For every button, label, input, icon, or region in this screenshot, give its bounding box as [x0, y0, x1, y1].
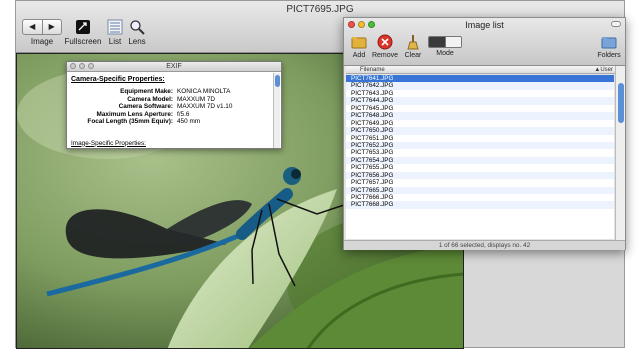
mode-control: Mode — [428, 34, 462, 57]
clear-label: Clear — [404, 52, 422, 59]
exif-value: MAXXUM 7D v1.10 — [177, 103, 233, 110]
exif-scroll-thumb[interactable] — [275, 75, 280, 87]
list-scroll-thumb[interactable] — [618, 83, 624, 123]
mode-grid-icon[interactable] — [444, 37, 461, 47]
exif-row: Camera Model: MAXXUM 7D — [71, 96, 271, 104]
toolbar-toggle-button[interactable] — [611, 21, 621, 27]
file-list-row[interactable]: PICT7652.JPG — [346, 141, 614, 150]
folder-icon — [601, 37, 617, 49]
list-label: List — [108, 37, 122, 46]
exif-key: Focal Length (35mm Equiv): — [87, 118, 173, 125]
clear-button[interactable]: Clear — [402, 34, 424, 59]
add-folder-icon — [351, 37, 367, 49]
file-list-row[interactable]: PICT7665.JPG — [346, 186, 614, 194]
file-list-row[interactable]: PICT7645.JPG — [346, 105, 614, 112]
list-icon — [107, 19, 123, 35]
list-status: 1 of 66 selected, displays no. 42 — [344, 240, 625, 250]
exif-key: Equipment Make: — [120, 88, 173, 95]
exif-row: Equipment Make: KONICA MINOLTA — [71, 88, 271, 96]
exif-value: MAXXUM 7D — [177, 95, 215, 103]
exif-content: Camera-Specific Properties: Equipment Ma… — [71, 76, 271, 147]
exif-key: Maximum Lens Aperture: — [96, 110, 173, 118]
exif-value: KONICA MINOLTA — [177, 88, 231, 95]
file-list-row[interactable]: PICT7642.JPG — [346, 82, 614, 90]
mode-label: Mode — [436, 50, 454, 57]
exif-value: f/5.6 — [177, 110, 190, 118]
exif-minimize-button[interactable] — [79, 63, 85, 69]
file-list-row[interactable]: PICT7643.JPG — [346, 90, 614, 97]
file-list-row[interactable]: PICT7666.JPG — [346, 194, 614, 201]
file-list-row[interactable]: PICT7668.JPG — [346, 201, 614, 209]
file-list-row[interactable]: PICT7653.JPG — [346, 149, 614, 156]
exif-title: EXIF — [67, 62, 281, 72]
exif-value: 450 mm — [177, 118, 201, 125]
exif-key: Camera Software: — [118, 103, 173, 110]
list-button[interactable]: List — [104, 19, 126, 46]
folders-button[interactable]: Folders — [596, 34, 622, 59]
viewer-title: PICT7695.JPG — [286, 4, 354, 15]
image-label: Image — [30, 37, 54, 46]
exif-window-controls — [70, 63, 94, 69]
file-list-row[interactable]: PICT7650.JPG — [346, 127, 614, 135]
list-scrollbar[interactable] — [615, 66, 625, 240]
file-list-row[interactable]: PICT7641.JPG — [346, 75, 614, 83]
file-list-row[interactable]: PICT7649.JPG — [346, 120, 614, 127]
folders-label: Folders — [597, 52, 621, 59]
mode-list-icon[interactable] — [429, 37, 445, 47]
exif-row: Focal Length (35mm Equiv): 450 mm — [71, 118, 271, 126]
fullscreen-icon — [75, 19, 91, 35]
broom-icon — [407, 35, 419, 50]
column-user[interactable]: ▲User — [594, 66, 613, 74]
fullscreen-label: Fullscreen — [64, 37, 102, 46]
file-list-row[interactable]: PICT7655.JPG — [346, 164, 614, 171]
image-list-title: Image list — [465, 20, 504, 30]
file-list[interactable]: PICT7641.JPG PICT7642.JPG PICT7643.JPG PICT… — [346, 75, 614, 239]
remove-button[interactable]: Remove — [370, 34, 400, 59]
exif-camera-heading: Camera-Specific Properties: — [71, 76, 165, 83]
file-list-row[interactable]: PICT7656.JPG — [346, 171, 614, 180]
lens-label: Lens — [128, 37, 146, 46]
file-list-row[interactable]: PICT7657.JPG — [346, 179, 614, 186]
magnifier-icon — [129, 19, 145, 35]
fullscreen-button[interactable]: Fullscreen — [64, 19, 102, 46]
column-user-label: User — [600, 67, 613, 73]
exif-row: Camera Software: MAXXUM 7D v1.10 — [71, 103, 271, 111]
exif-scrollbar[interactable] — [273, 73, 280, 148]
column-filename[interactable]: Filename — [360, 66, 385, 74]
lens-button[interactable]: Lens — [126, 19, 148, 46]
image-nav-control: ◀ ▶ Image — [22, 19, 62, 46]
list-column-header: Filename ▲User — [346, 66, 616, 74]
file-list-row[interactable]: PICT7644.JPG — [346, 97, 614, 105]
remove-icon — [377, 34, 393, 50]
image-list-toolbar: Image list Add Remove Clear Mode Folders — [344, 18, 625, 66]
add-label: Add — [352, 52, 366, 59]
exif-panel: EXIF Camera-Specific Properties: Equipme… — [66, 61, 282, 149]
exif-close-button[interactable] — [70, 63, 76, 69]
image-list-window: Image list Add Remove Clear Mode Folders… — [343, 17, 626, 250]
remove-label: Remove — [371, 52, 399, 59]
exif-key: Camera Model: — [127, 95, 173, 103]
file-list-row[interactable]: PICT7651.JPG — [346, 135, 614, 142]
previous-image-button[interactable]: ◀ — [23, 20, 42, 34]
exif-row: Maximum Lens Aperture: f/5.6 — [71, 111, 271, 119]
add-button[interactable]: Add — [348, 34, 370, 59]
next-image-button[interactable]: ▶ — [41, 20, 62, 34]
file-list-row[interactable]: PICT7654.JPG — [346, 156, 614, 165]
exif-image-heading: Image-Specific Properties: — [71, 139, 146, 147]
exif-zoom-button[interactable] — [88, 63, 94, 69]
file-list-row[interactable]: PICT7648.JPG — [346, 112, 614, 120]
